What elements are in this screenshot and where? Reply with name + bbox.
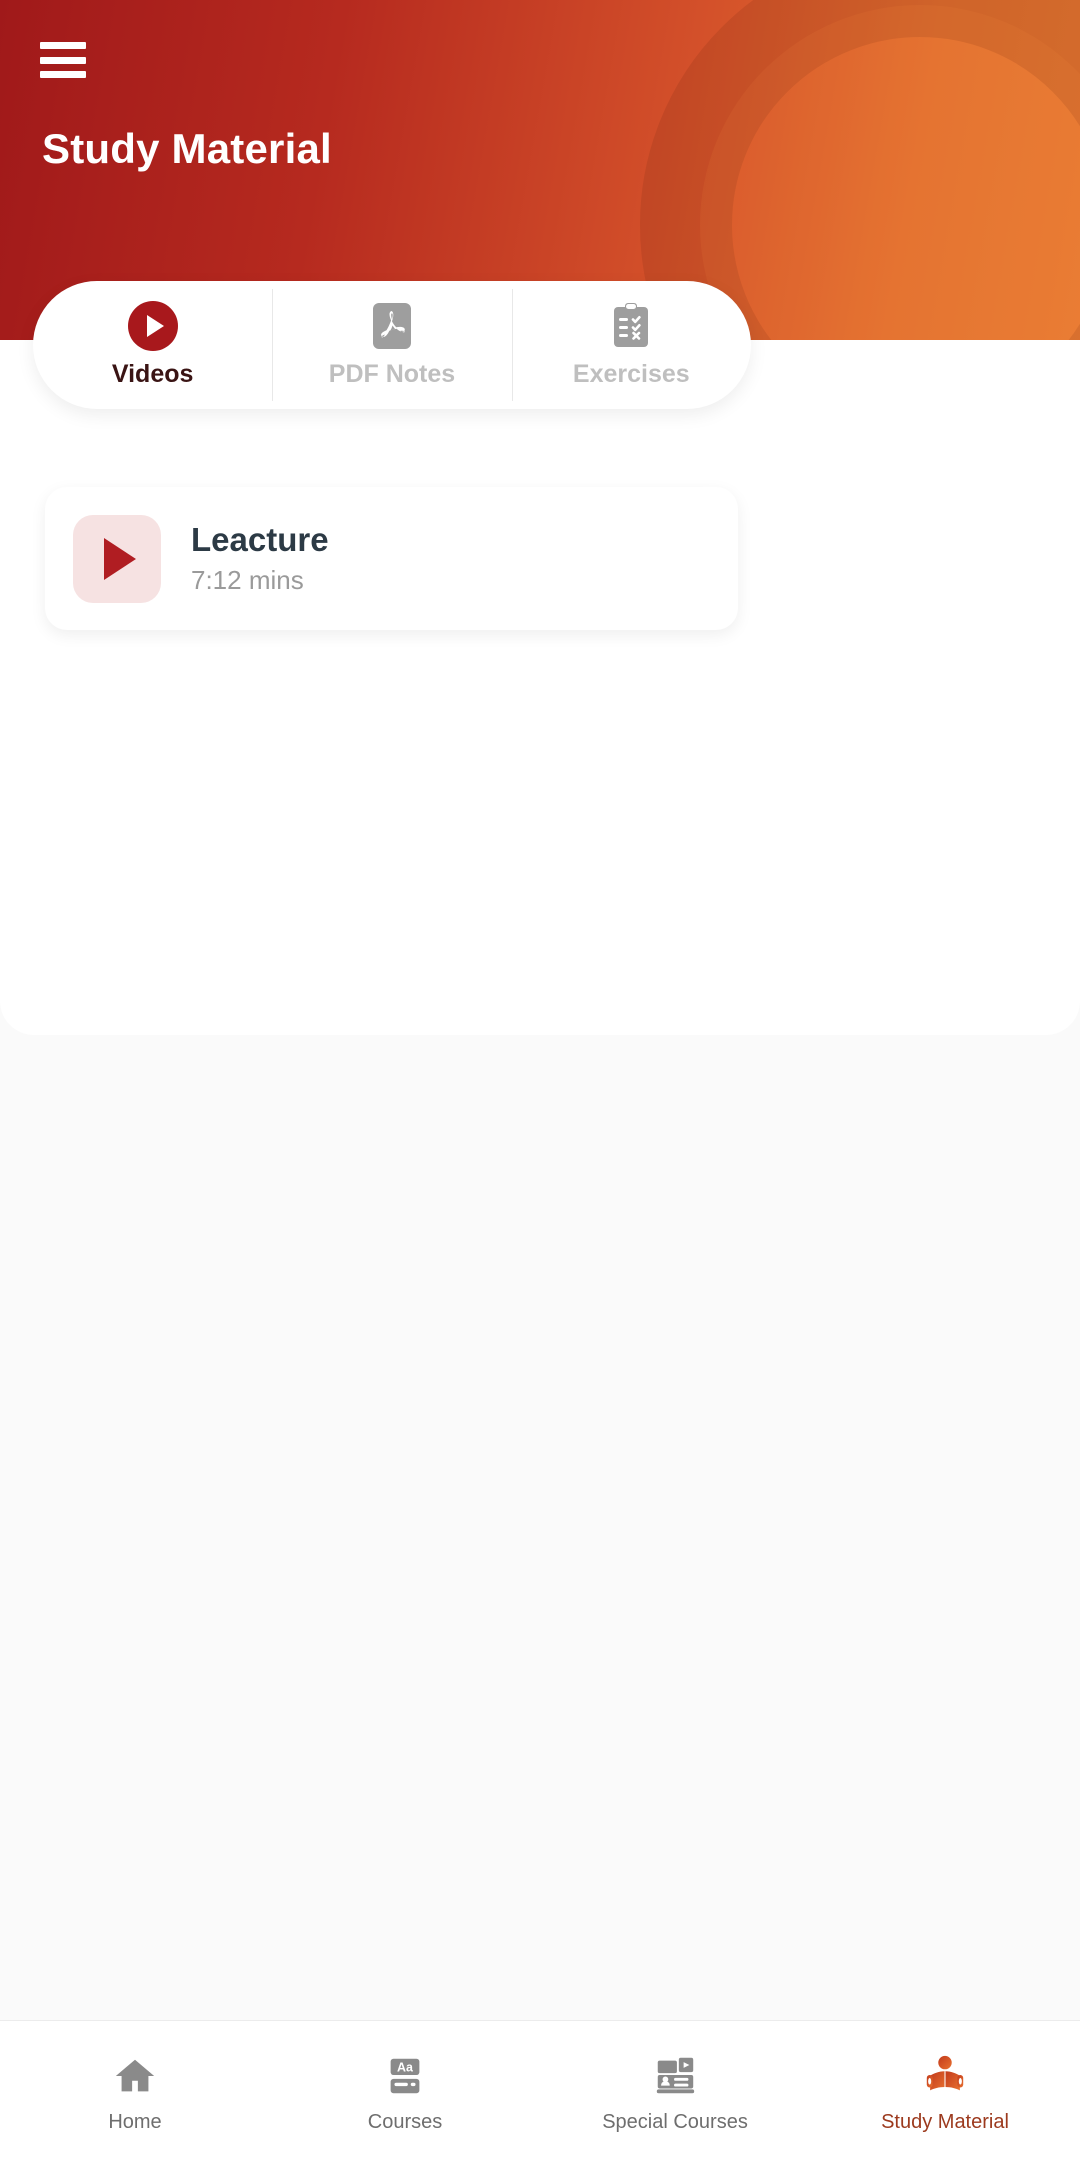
tab-exercises[interactable]: Exercises (511, 281, 751, 409)
svg-text:Aa: Aa (397, 2061, 413, 2075)
tab-videos[interactable]: Videos (33, 281, 272, 409)
home-icon (115, 2059, 155, 2092)
nav-item-study-material-label: Study Material (881, 2111, 1009, 2133)
nav-item-special-courses[interactable]: Special Courses (540, 2021, 810, 2160)
nav-item-special-courses-label: Special Courses (602, 2111, 748, 2133)
list-item[interactable]: Leacture 7:12 mins (45, 487, 738, 630)
person-reading-icon (926, 2055, 964, 2091)
list-item-text: Leacture 7:12 mins (191, 521, 329, 596)
hamburger-menu-icon[interactable] (40, 42, 86, 78)
tab-pdf-notes[interactable]: PDF Notes (272, 281, 511, 409)
clipboard-check-icon (614, 303, 649, 347)
play-triangle-icon[interactable] (73, 514, 161, 603)
tab-pdf-notes-label: PDF Notes (328, 360, 456, 388)
nav-item-courses-label: Courses (367, 2111, 443, 2133)
nav-item-home-label: Home (108, 2111, 162, 2133)
nav-item-home[interactable]: Home (0, 2021, 270, 2160)
bottom-navigation-bar: Home Aa Courses Special Courses Study Ma… (0, 2020, 1080, 2160)
material-type-tabs: Videos PDF Notes Exercises (33, 281, 751, 409)
nav-item-study-material[interactable]: Study Material (810, 2021, 1080, 2160)
hamburger-bar-2 (40, 56, 86, 64)
nav-item-courses[interactable]: Aa Courses (270, 2021, 540, 2160)
page-title: Study Material (42, 125, 332, 172)
content-panel (0, 340, 1080, 1035)
list-item-duration: 7:12 mins (191, 564, 304, 595)
tab-exercises-label: Exercises (572, 360, 690, 388)
book-aa-icon: Aa (390, 2058, 420, 2094)
presentation-icon (656, 2057, 695, 2094)
pdf-file-icon (372, 303, 411, 349)
tab-videos-label: Videos (111, 360, 194, 388)
hamburger-bar-3 (40, 71, 86, 78)
play-circle-icon (127, 301, 178, 351)
hamburger-bar-1 (40, 42, 86, 49)
list-item-title: Leacture (191, 521, 329, 559)
